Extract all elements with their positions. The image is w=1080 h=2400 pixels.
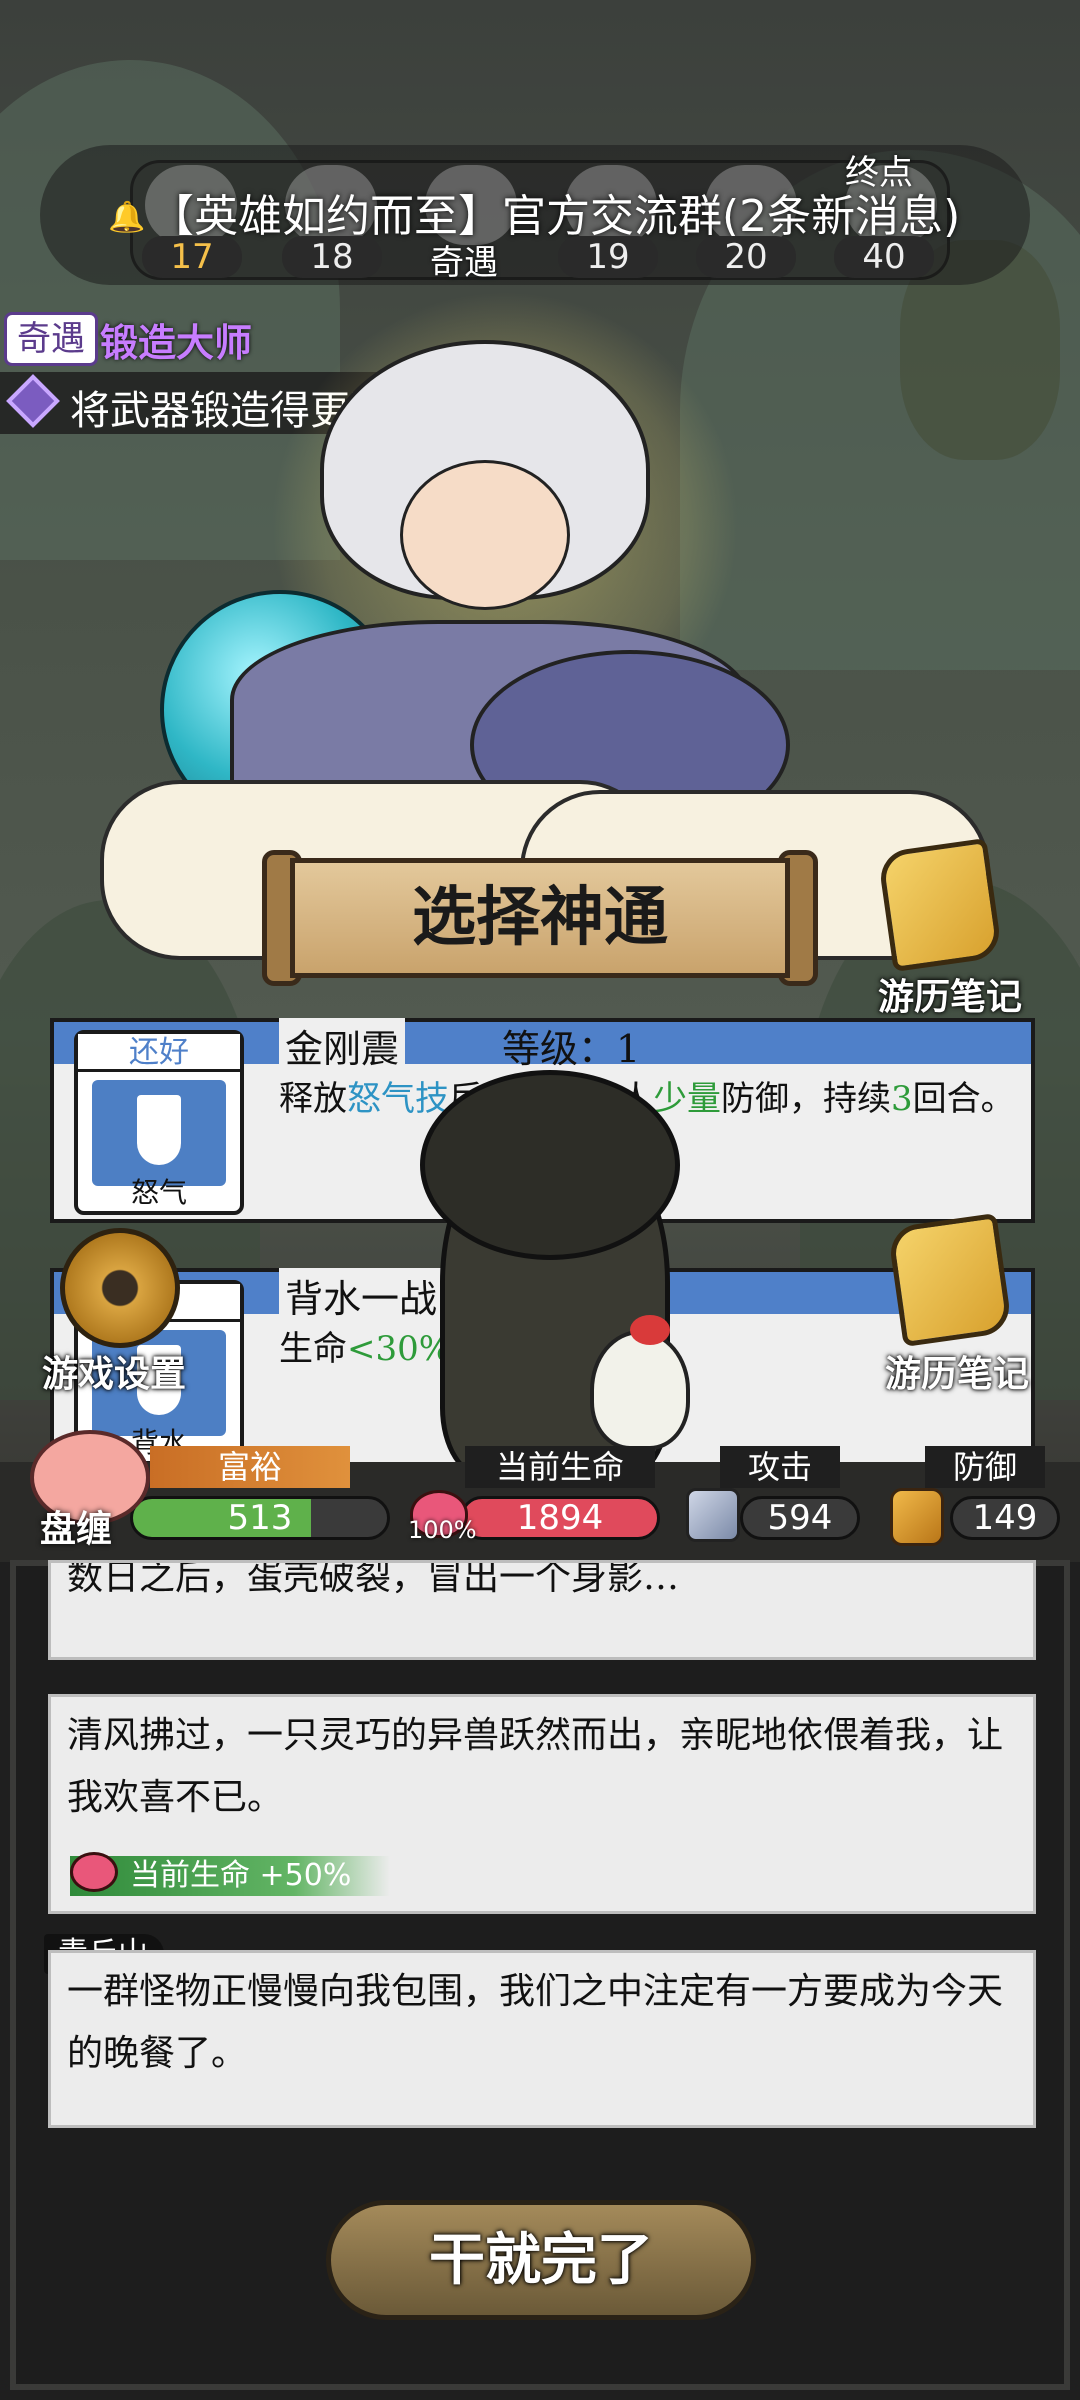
wealth-label: 富裕 [150,1446,350,1488]
stage-number: 17 [142,236,242,278]
sword-icon [686,1488,740,1542]
skill-rank: 还好 [78,1034,240,1072]
event-type-tag: 奇遇 [4,312,98,366]
wealth-value: 513 [130,1496,390,1540]
log-entry-partial: 数日之后，蛋壳破裂，冒出一个身影… [48,1560,1036,1660]
notification-text[interactable]: 【英雄如约而至】官方交流群(2条新消息) [150,180,960,244]
deity-face [400,460,570,610]
stage-end-label: 终点 [845,153,913,193]
hp-value: 1894 [460,1496,660,1540]
shield-icon [890,1488,944,1546]
skill-icon [92,1080,226,1186]
log-entry-text: 清风拂过，一只灵巧的异兽跃然而出，亲昵地依偎着我，让我欢喜不已。 [67,1715,1004,1818]
travel-notes-icon[interactable] [877,837,1003,973]
proceed-button[interactable]: 干就完了 [326,2200,756,2320]
hp-label: 当前生命 [465,1446,655,1488]
skill-icon-frame: 还好 怒气 [74,1030,244,1215]
event-name: 锻造大师 [100,320,253,365]
skill-name: 背水一战 [279,1268,444,1323]
skill-level: 等级：1 [502,1027,641,1071]
stage-number: 20 [696,236,796,278]
stage-current-label: 奇遇 [430,243,498,283]
log-entry-text: 一群怪物正慢慢向我包围，我们之中注定有一方要成为今天的晚餐了。 [67,1971,1004,2074]
bell-icon: 🔔 [108,200,146,235]
heart-plus-icon [70,1852,118,1892]
choose-skill-title: 选择神通 [290,858,790,978]
attack-value: 594 [740,1496,860,1540]
defense-label: 防御 [925,1446,1045,1488]
stage-number: 40 [834,236,934,278]
travel-notes-icon[interactable] [887,1212,1013,1348]
hero-hair [420,1070,680,1260]
skill-type: 怒气 [130,1176,187,1209]
skill-name: 金刚震 [279,1018,406,1073]
defense-value: 149 [950,1496,1060,1540]
stage-number: 18 [282,236,382,278]
gear-icon[interactable] [60,1228,180,1348]
log-effect-badge: 当前生命 +50% [70,1856,390,1896]
rooster-pet [590,1330,690,1450]
travel-notes-label[interactable]: 游历笔记 [878,968,1022,1020]
travel-notes-label[interactable]: 游历笔记 [885,1345,1029,1397]
log-entry: 一群怪物正慢慢向我包围，我们之中注定有一方要成为今天的晚餐了。 [48,1950,1036,2128]
rooster-comb [630,1315,670,1345]
stage-number: 19 [558,236,658,278]
hp-percent: 100% [408,1516,477,1544]
wealth-badge: 盘缠 [40,1508,113,1550]
settings-label[interactable]: 游戏设置 [42,1345,186,1397]
attack-label: 攻击 [720,1446,840,1488]
